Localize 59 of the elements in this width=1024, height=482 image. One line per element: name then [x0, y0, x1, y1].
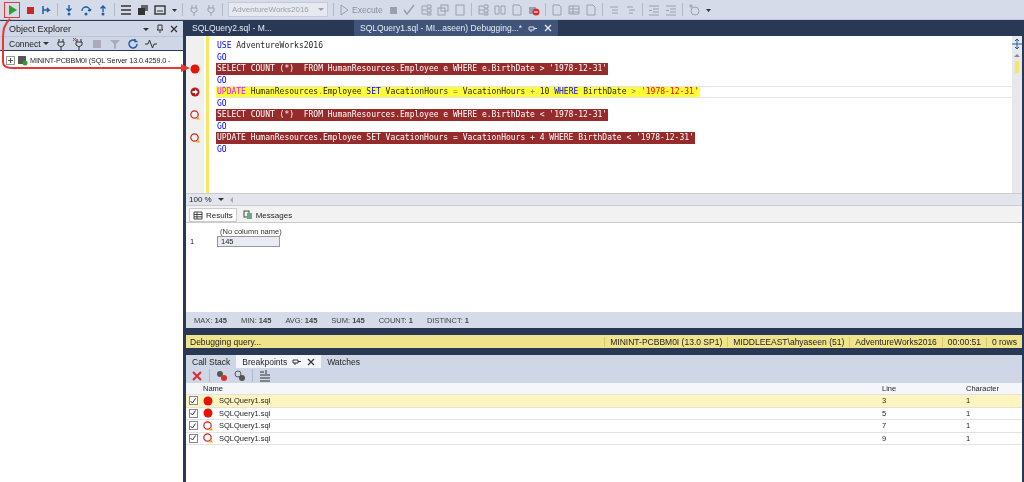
status-message: Debugging query... [189, 336, 263, 347]
columns-list-icon[interactable] [259, 369, 271, 382]
play-outline-icon [339, 3, 349, 16]
activity-icon[interactable] [144, 37, 157, 50]
dropdown-arrow-icon [318, 7, 324, 12]
checkmark-icon[interactable] [402, 3, 415, 16]
code-line: GO [216, 120, 228, 132]
results-tab[interactable]: Results [189, 208, 237, 222]
status-item: 00:00:51 [941, 336, 986, 347]
expand-icon[interactable] [6, 55, 15, 65]
close-icon[interactable] [307, 357, 316, 366]
refresh-icon[interactable] [126, 37, 139, 50]
status-item: MIDDLEEAST\ahyaseen (51) [727, 336, 850, 347]
pin-icon[interactable] [292, 357, 303, 366]
dropdown-arrow-icon [42, 41, 49, 46]
scrollbar[interactable] [1012, 36, 1022, 193]
window-icon[interactable] [154, 3, 166, 16]
stop-icon[interactable] [25, 4, 35, 15]
scroll-up-icon [1013, 52, 1021, 58]
checkbox[interactable] [188, 421, 198, 431]
checkbox[interactable] [188, 433, 198, 443]
panel-title: Object Explorer [9, 23, 72, 34]
server-icon [17, 54, 28, 66]
step-over-icon[interactable] [80, 3, 92, 16]
document-tab[interactable]: SQLQuery1.sql - MI...aseen) Debugging...* [354, 20, 559, 36]
pin-icon[interactable] [528, 23, 539, 33]
breakpoints-icon[interactable] [234, 369, 246, 382]
list-icon[interactable] [120, 3, 132, 16]
panel-tab[interactable]: Call Stack [186, 355, 237, 368]
document-tab[interactable]: SQLQuery2.sql - M... [186, 20, 354, 36]
close-icon[interactable] [170, 24, 178, 33]
windows-icon[interactable] [137, 3, 149, 16]
code-line: GO [216, 51, 228, 63]
split-icon [1012, 39, 1022, 49]
code-line: GO [216, 74, 228, 86]
breakpoints-icon[interactable] [216, 369, 228, 382]
status-item: AdventureWorks2016 [849, 336, 942, 347]
delete-icon[interactable] [191, 369, 203, 382]
panel-tab[interactable]: Watches [321, 355, 366, 368]
dropdown-arrow-icon [217, 197, 224, 202]
restart-icon[interactable] [40, 3, 52, 16]
grid-icon [193, 210, 203, 220]
connect-button[interactable]: Connect [9, 38, 49, 49]
plug-icon[interactable] [54, 37, 67, 50]
checkbox[interactable] [188, 408, 198, 418]
checkbox[interactable] [188, 396, 198, 406]
zoom-dropdown[interactable]: 100 % [189, 195, 224, 204]
results-tab[interactable]: Messages [238, 208, 297, 222]
pin-icon[interactable] [156, 23, 164, 34]
panel-tab[interactable]: Breakpoints [236, 355, 322, 368]
disconnect-icon[interactable] [72, 37, 85, 50]
code-line: USE AdventureWorks2016 [216, 40, 324, 52]
code-line: GO [216, 97, 228, 109]
status-item: 0 rows [985, 336, 1022, 347]
status-item: MININT-PCBBM0I (13.0 SP1) [604, 336, 728, 347]
code-line: GO [216, 143, 228, 155]
play-icon[interactable] [7, 3, 17, 16]
messages-icon [242, 210, 253, 220]
step-into-icon[interactable] [63, 3, 75, 16]
